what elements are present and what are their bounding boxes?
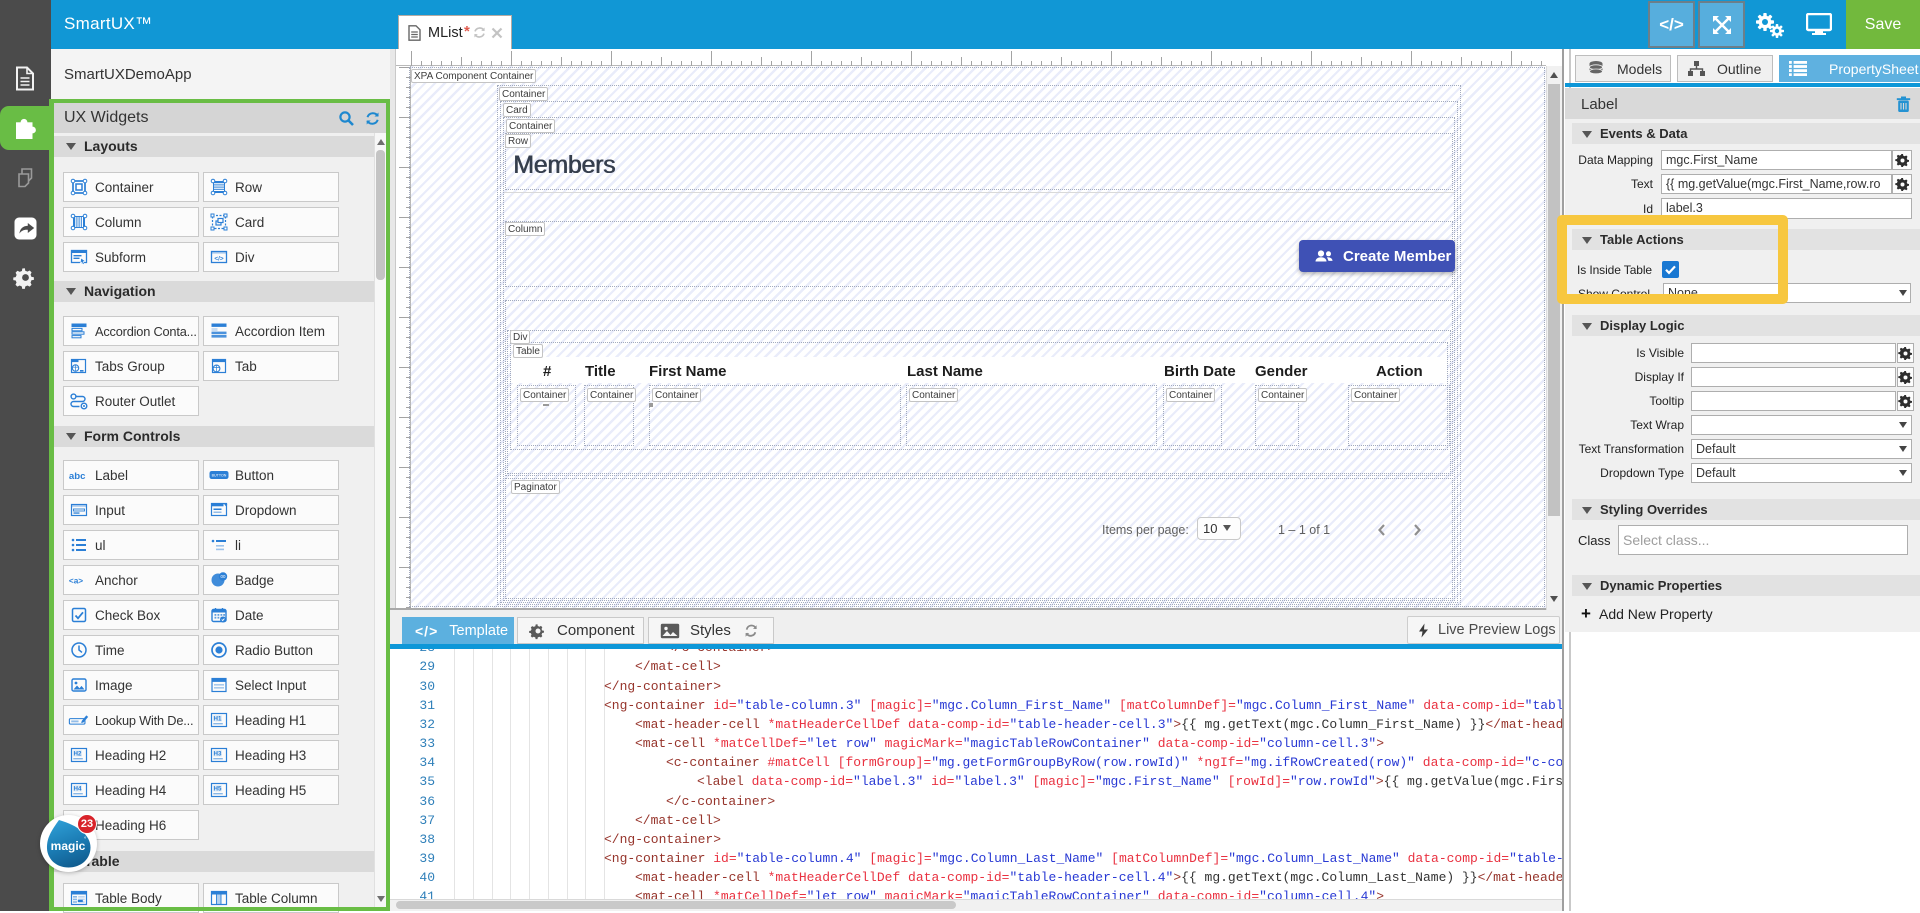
svg-text:H5: H5: [214, 786, 222, 793]
svg-text:00: 00: [221, 574, 226, 579]
svg-text:H1: H1: [214, 716, 222, 723]
svg-text:abc: abc: [69, 471, 86, 482]
svg-text:magic: magic: [51, 839, 86, 853]
svg-text:H4: H4: [74, 786, 82, 793]
svg-text:H2: H2: [74, 751, 82, 758]
svg-text:<a>: <a>: [69, 577, 83, 586]
svg-text:H3: H3: [214, 751, 222, 758]
svg-text:BUTTON: BUTTON: [212, 473, 227, 477]
svg-text:</>: </>: [214, 255, 224, 262]
